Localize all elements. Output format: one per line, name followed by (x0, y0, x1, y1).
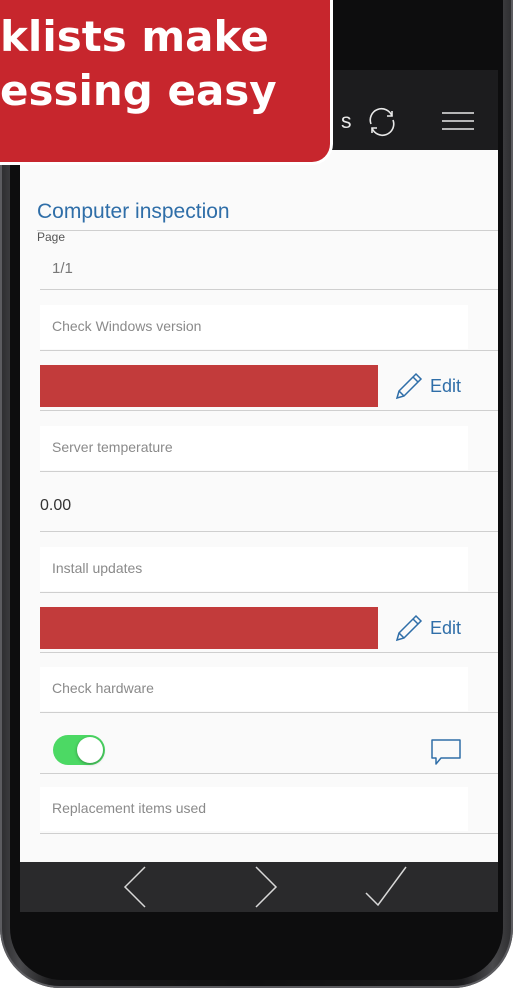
question-check-hardware: Check hardware (40, 667, 468, 711)
edit-button[interactable]: Edit (392, 368, 482, 402)
divider (40, 652, 498, 653)
banner-text-line-2: essing easy (0, 66, 277, 115)
divider (40, 833, 498, 834)
pencil-icon (395, 372, 423, 400)
temperature-value-input[interactable]: 0.00 (40, 497, 71, 515)
header-title: s (341, 110, 352, 133)
divider (40, 289, 498, 290)
done-button[interactable] (364, 865, 408, 909)
divider (40, 531, 498, 532)
sync-icon (369, 107, 395, 137)
question-check-windows-version: Check Windows version (40, 305, 468, 349)
hamburger-menu-icon (442, 112, 474, 130)
previous-button[interactable] (115, 865, 159, 909)
signature-field[interactable] (40, 607, 378, 649)
question-label: Replacement items used (52, 800, 207, 816)
pencil-icon (395, 614, 423, 642)
comment-icon (431, 739, 461, 765)
promo-banner: klists make essing easy (0, 0, 330, 162)
page-value: 1/1 (52, 260, 73, 277)
hardware-toggle[interactable] (53, 735, 105, 765)
edit-label: Edit (430, 618, 462, 638)
sync-button[interactable] (362, 102, 402, 142)
question-label: Check Windows version (52, 318, 202, 334)
question-install-updates: Install updates (40, 547, 468, 591)
chevron-right-icon (255, 866, 278, 908)
divider (40, 350, 498, 351)
toggle-knob (77, 737, 103, 763)
edit-label: Edit (430, 376, 462, 396)
app-screen: s Computer inspection Page 1/1 Check Win… (20, 70, 498, 912)
question-label: Install updates (52, 560, 143, 576)
divider (40, 592, 498, 593)
next-button[interactable] (242, 865, 286, 909)
question-label: Check hardware (52, 680, 154, 696)
question-replacement-items-used: Replacement items used (40, 787, 468, 831)
checkmark-icon (365, 866, 407, 907)
banner-text-line-1: klists make (0, 12, 269, 61)
edit-button[interactable]: Edit (392, 610, 482, 644)
divider (40, 410, 498, 411)
question-server-temperature: Server temperature (40, 426, 468, 470)
comment-button[interactable] (430, 738, 462, 766)
canvas: s Computer inspection Page 1/1 Check Win… (0, 0, 513, 990)
divider (40, 773, 498, 774)
page-label: Page (37, 230, 66, 244)
checklist-form: Computer inspection Page 1/1 Check Windo… (20, 150, 498, 862)
signature-field[interactable] (40, 365, 378, 407)
question-label: Server temperature (52, 439, 173, 455)
divider (40, 712, 498, 713)
menu-button[interactable] (440, 106, 476, 136)
divider (37, 230, 498, 231)
form-title: Computer inspection (37, 200, 230, 223)
divider (40, 471, 498, 472)
bottom-nav (20, 862, 498, 912)
chevron-left-icon (123, 866, 146, 908)
